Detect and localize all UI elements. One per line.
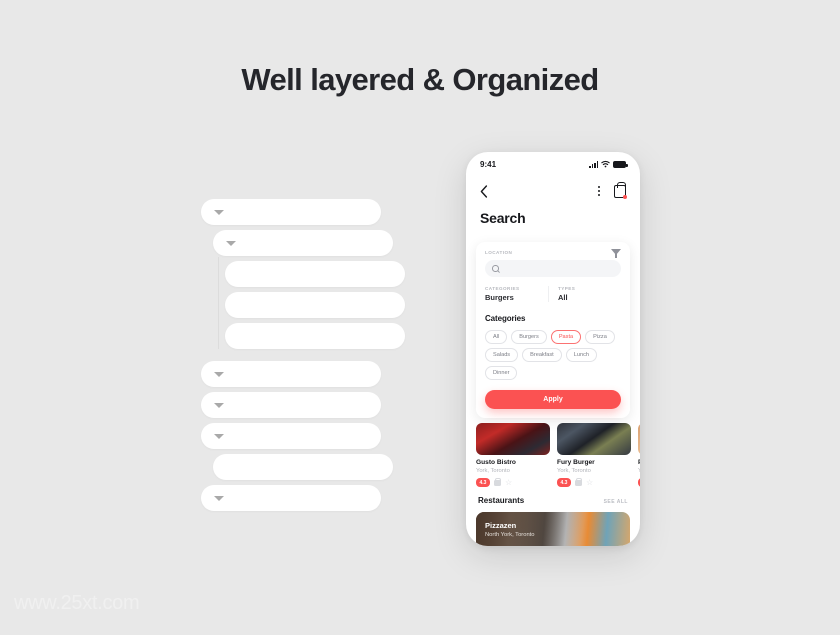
phone-mockup: 9:41 Search LOCATION CATEGORIES Burgers … [466, 152, 640, 546]
result-card-location: York, Toronto [557, 468, 591, 474]
search-input[interactable] [485, 260, 621, 277]
disclosure-caret-icon[interactable] [214, 434, 224, 439]
category-chip[interactable]: Pasta [550, 330, 582, 344]
layer-row[interactable] [201, 392, 381, 418]
categories-label: CATEGORIES [485, 286, 520, 291]
restaurants-header: Restaurants SEE ALL [466, 496, 640, 505]
category-chip[interactable]: Salads [485, 348, 519, 362]
results-carousel[interactable]: Gusto Bistro York, Toronto 4.3 ☆ Fury Burger… [466, 423, 640, 487]
layer-row[interactable] [201, 423, 381, 449]
favorite-star-icon[interactable]: ☆ [505, 478, 512, 487]
battery-icon [613, 161, 628, 168]
category-chip[interactable]: Breakfast [522, 348, 562, 362]
rating-badge: 4.3 [638, 478, 640, 487]
signal-icon [589, 161, 598, 168]
favorite-star-icon[interactable]: ☆ [586, 478, 593, 487]
location-row: LOCATION [485, 249, 621, 258]
layer-row[interactable] [225, 261, 405, 287]
category-chip[interactable]: Dinner [485, 366, 518, 380]
restaurant-card-name: Pizzazen [485, 521, 517, 530]
delivery-bag-icon [574, 477, 583, 486]
category-chip[interactable]: Burgers [511, 330, 547, 344]
disclosure-caret-icon[interactable] [214, 496, 224, 501]
result-card-location: York, Toronto [476, 468, 510, 474]
layer-row[interactable] [201, 361, 381, 387]
types-value: All [558, 293, 568, 302]
status-icons [589, 160, 628, 168]
categories-field[interactable]: CATEGORIES Burgers [485, 286, 548, 302]
nav-actions [598, 181, 627, 199]
result-card-meta: 4.3☆ [638, 478, 640, 487]
dual-fields: CATEGORIES Burgers TYPES All [485, 286, 621, 302]
types-field[interactable]: TYPES All [548, 286, 621, 302]
layers-panel [0, 0, 440, 635]
category-chip[interactable]: Lunch [565, 348, 597, 362]
nav-bar [466, 176, 640, 206]
result-card-photo [557, 423, 631, 455]
restaurant-card-location: North York, Toronto [485, 532, 535, 538]
watermark: www.25xt.com [14, 592, 140, 614]
search-icon [492, 265, 499, 272]
layer-row[interactable] [213, 454, 393, 480]
result-card-location: York [638, 468, 640, 474]
category-chips: All Burgers Pasta Pizza Salads Breakfast Lunch… [485, 330, 621, 380]
result-card-photo [638, 423, 640, 455]
result-card-meta: 4.3 ☆ [557, 477, 631, 487]
categories-value: Burgers [485, 293, 514, 302]
disclosure-caret-icon[interactable] [226, 241, 236, 246]
result-card-meta: 4.3 ☆ [476, 477, 550, 487]
layer-row[interactable] [213, 230, 393, 256]
see-all-link[interactable]: SEE ALL [604, 499, 628, 505]
screenshot-canvas: Well layered & Organized 9:41 Search LOC… [0, 0, 840, 635]
layer-row[interactable] [201, 199, 381, 225]
category-chip[interactable]: Pizza [585, 330, 615, 344]
result-card-name: Gusto Bistro [476, 459, 516, 466]
rating-badge: 4.3 [557, 478, 571, 487]
apply-button[interactable]: Apply [485, 390, 621, 409]
status-time: 9:41 [480, 159, 497, 169]
filter-card: LOCATION CATEGORIES Burgers TYPES All Ca… [476, 242, 630, 418]
rating-badge: 4.3 [476, 478, 490, 487]
delivery-bag-icon [493, 477, 502, 486]
result-card[interactable]: Pizz York 4.3☆ [638, 423, 640, 487]
result-card[interactable]: Fury Burger York, Toronto 4.3 ☆ [557, 423, 631, 487]
categories-section-title: Categories [485, 314, 526, 323]
bag-badge-dot [623, 194, 627, 199]
layer-row[interactable] [201, 485, 381, 511]
restaurants-title: Restaurants [478, 496, 525, 505]
layer-group-guide [218, 257, 219, 349]
funnel-icon[interactable] [611, 249, 621, 258]
result-card-photo [476, 423, 550, 455]
wifi-icon [601, 160, 610, 168]
shopping-bag-icon[interactable] [614, 181, 627, 199]
layer-row[interactable] [225, 323, 405, 349]
result-card-name: Pizz [638, 459, 640, 466]
types-label: TYPES [558, 286, 576, 291]
screen-title: Search [480, 210, 526, 226]
layer-row[interactable] [225, 292, 405, 318]
chevron-left-icon[interactable] [480, 184, 488, 198]
category-chip[interactable]: All [485, 330, 508, 344]
kebab-menu-icon[interactable] [598, 186, 600, 196]
location-label: LOCATION [485, 249, 513, 255]
result-card-name: Fury Burger [557, 459, 595, 466]
disclosure-caret-icon[interactable] [214, 210, 224, 215]
restaurant-card[interactable]: Pizzazen North York, Toronto [476, 512, 630, 546]
disclosure-caret-icon[interactable] [214, 372, 224, 377]
result-card[interactable]: Gusto Bistro York, Toronto 4.3 ☆ [476, 423, 550, 487]
disclosure-caret-icon[interactable] [214, 403, 224, 408]
status-bar: 9:41 [466, 152, 640, 176]
